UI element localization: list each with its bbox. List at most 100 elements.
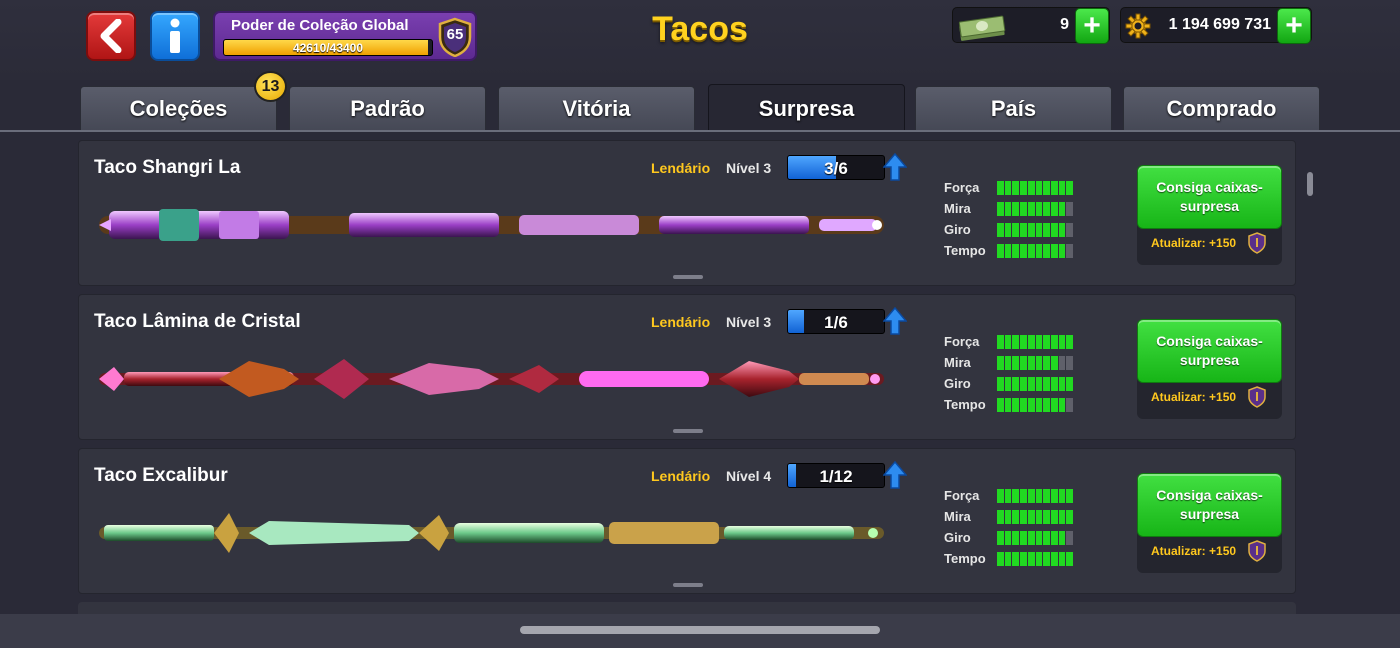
- shield-icon: [1248, 232, 1266, 254]
- home-indicator[interactable]: [520, 626, 880, 634]
- stat-segment: [1020, 377, 1027, 391]
- stat-segment: [1035, 552, 1043, 566]
- stat-segment: [1050, 552, 1058, 566]
- stat-bar: [997, 335, 1074, 349]
- stat-segment: [1050, 377, 1058, 391]
- tab-purchased[interactable]: Comprado: [1123, 86, 1320, 131]
- tab-standard[interactable]: Padrão: [289, 86, 486, 131]
- stat-segment: [1050, 202, 1058, 216]
- stat-segment: [1020, 489, 1027, 503]
- stat-segment: [1043, 181, 1050, 195]
- stat-segment: [1066, 489, 1074, 503]
- cue-image: [99, 513, 884, 553]
- coins-counter: 1 194 699 731 +: [1120, 7, 1312, 44]
- stat-segment: [1027, 552, 1035, 566]
- arrow-up-icon: [883, 153, 907, 181]
- tab-victory[interactable]: Vitória: [498, 86, 695, 131]
- stat-segment: [997, 244, 1004, 258]
- stat-bar: [997, 510, 1074, 524]
- stat-label: Mira: [944, 201, 971, 216]
- cash-value: 9: [1060, 16, 1069, 33]
- stat-segment: [1035, 531, 1043, 545]
- stat-segment: [1058, 531, 1066, 545]
- back-button[interactable]: [86, 11, 136, 61]
- stat-row: Tempo: [944, 394, 1084, 415]
- cue-image: [99, 359, 884, 399]
- stat-segment: [1012, 356, 1020, 370]
- stat-segment: [1012, 181, 1020, 195]
- stat-segment: [1012, 552, 1020, 566]
- list-item[interactable]: Taco Lâmina de Cristal Lendário Nível 3 …: [78, 294, 1296, 440]
- get-surprise-boxes-button[interactable]: Consiga caixas-surpresa: [1137, 319, 1282, 383]
- stat-row: Giro: [944, 527, 1084, 548]
- scrollbar-thumb[interactable]: [1307, 172, 1313, 196]
- stat-row: Tempo: [944, 240, 1084, 261]
- stat-segment: [1004, 202, 1012, 216]
- stat-label: Tempo: [944, 243, 986, 258]
- stat-segment: [1020, 335, 1027, 349]
- cue-progress-text: 3/6: [824, 159, 848, 178]
- stat-segment: [1027, 223, 1035, 237]
- stat-segment: [1050, 356, 1058, 370]
- stat-segment: [1027, 356, 1035, 370]
- stat-label: Força: [944, 180, 980, 195]
- list-item: [78, 602, 1296, 614]
- arrow-up-icon: [883, 307, 907, 335]
- cue-rarity: Lendário: [651, 314, 711, 330]
- stat-segment: [1050, 489, 1058, 503]
- get-surprise-boxes-button[interactable]: Consiga caixas-surpresa: [1137, 165, 1282, 229]
- stat-segment: [1035, 202, 1043, 216]
- stat-segment: [1012, 510, 1020, 524]
- stat-segment: [1027, 531, 1035, 545]
- stat-label: Mira: [944, 355, 971, 370]
- stat-segment: [1035, 356, 1043, 370]
- stat-bar: [997, 398, 1074, 412]
- get-surprise-boxes-button[interactable]: Consiga caixas-surpresa: [1137, 473, 1282, 537]
- stat-segment: [1066, 398, 1074, 412]
- plus-icon: +: [1285, 9, 1303, 42]
- stat-segment: [1050, 223, 1058, 237]
- drag-handle: [673, 583, 703, 587]
- list-item[interactable]: Taco Shangri La Lendário Nível 3 3/6 For…: [78, 140, 1296, 286]
- shield-icon: [1248, 540, 1266, 562]
- stat-segment: [1035, 398, 1043, 412]
- info-button[interactable]: [150, 11, 200, 61]
- stat-segment: [1020, 181, 1027, 195]
- stat-segment: [1066, 223, 1074, 237]
- stat-segment: [1043, 510, 1050, 524]
- stat-segment: [1004, 398, 1012, 412]
- stat-row: Mira: [944, 198, 1084, 219]
- tab-collections[interactable]: Coleções: [80, 86, 277, 131]
- stat-segment: [1012, 398, 1020, 412]
- stat-label: Tempo: [944, 551, 986, 566]
- stat-segment: [1020, 356, 1027, 370]
- stat-bar: [997, 489, 1074, 503]
- list-item[interactable]: Taco Excalibur Lendário Nível 4 1/12 For…: [78, 448, 1296, 594]
- tab-surprise[interactable]: Surpresa: [708, 84, 905, 133]
- stat-segment: [1058, 335, 1066, 349]
- stat-segment: [1043, 356, 1050, 370]
- info-icon: [170, 18, 180, 53]
- stat-segment: [1012, 202, 1020, 216]
- stat-segment: [997, 552, 1004, 566]
- stat-segment: [1035, 510, 1043, 524]
- stat-segment: [1020, 510, 1027, 524]
- stat-bar: [997, 356, 1074, 370]
- stat-segment: [1004, 489, 1012, 503]
- tab-country[interactable]: País: [915, 86, 1112, 131]
- add-coins-button[interactable]: +: [1277, 8, 1311, 44]
- add-cash-button[interactable]: +: [1075, 8, 1109, 44]
- collection-power-panel[interactable]: Poder de Coleção Global 42610/43400 65: [213, 11, 477, 61]
- stat-segment: [1043, 531, 1050, 545]
- cue-progress-text: 1/6: [824, 313, 848, 332]
- stat-segment: [997, 356, 1004, 370]
- stat-row: Força: [944, 331, 1084, 352]
- cue-progress-text: 1/12: [819, 467, 853, 486]
- stat-segment: [1058, 510, 1066, 524]
- stat-row: Tempo: [944, 548, 1084, 569]
- cue-image: [99, 209, 884, 241]
- stat-segment: [1050, 335, 1058, 349]
- stat-segment: [1012, 223, 1020, 237]
- stat-segment: [1012, 489, 1020, 503]
- stat-bar: [997, 531, 1074, 545]
